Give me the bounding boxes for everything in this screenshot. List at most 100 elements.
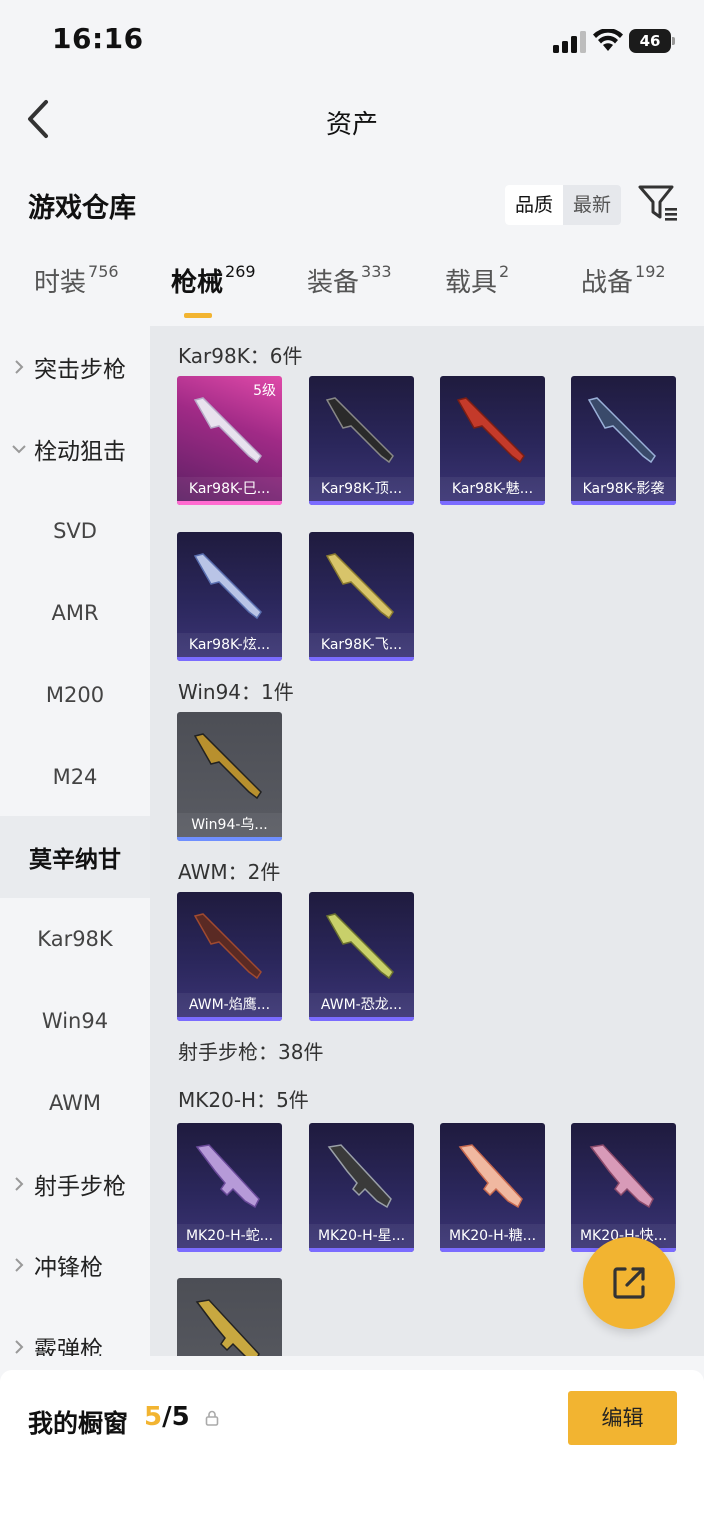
showcase-total: /5 <box>162 1402 190 1432</box>
weapon-card[interactable] <box>177 1278 282 1356</box>
tab-supplies[interactable]: 战备 192 <box>581 262 666 299</box>
sidebar-item-svd[interactable]: SVD <box>0 490 150 572</box>
weapon-card[interactable]: Kar98K-魅... <box>440 376 545 505</box>
rarity-bar <box>440 1248 545 1252</box>
sidebar-item-mosin[interactable]: 莫辛纳甘 <box>0 816 150 898</box>
sidebar-item-m200[interactable]: M200 <box>0 654 150 736</box>
rarity-bar <box>309 1248 414 1252</box>
tab-vehicles[interactable]: 载具 2 <box>445 262 509 299</box>
rifle-icon <box>195 1144 260 1209</box>
rifle-icon <box>456 397 525 464</box>
nav-bar: 资产 <box>0 84 704 156</box>
weapon-name: MK20-H-蛇... <box>177 1224 282 1248</box>
sidebar-item-awm[interactable]: AWM <box>0 1062 150 1144</box>
sort-toggle: 品质 最新 <box>505 185 621 225</box>
lock-icon <box>205 1410 219 1426</box>
weapon-card[interactable]: AWM-恐龙... <box>309 892 414 1021</box>
weapon-card[interactable]: Win94-乌... <box>177 712 282 841</box>
tab-equipment[interactable]: 装备 333 <box>307 262 392 299</box>
sidebar-item-smg[interactable]: 冲锋枪 <box>0 1224 150 1306</box>
weapon-card[interactable]: Kar98K-影袭 <box>571 376 676 505</box>
tab-count: 269 <box>225 262 256 281</box>
weapon-category-sidebar: 突击步枪 栓动狙击 SVD AMR M200 M24 莫辛纳甘 Kar98K W… <box>0 326 150 1356</box>
edit-button[interactable]: 编辑 <box>568 1391 677 1445</box>
cellular-signal-icon <box>553 31 586 53</box>
sidebar-item-kar98k[interactable]: Kar98K <box>0 898 150 980</box>
weapon-list: Kar98K：6件 5级 Kar98K-巳... Kar98K-顶... Kar… <box>150 326 704 1356</box>
rarity-bar <box>309 1017 414 1021</box>
chevron-right-icon <box>15 1258 24 1272</box>
sidebar-item-bolt-sniper[interactable]: 栓动狙击 <box>0 408 150 490</box>
weapon-card[interactable]: MK20-H-蛇... <box>177 1123 282 1252</box>
rifle-icon <box>327 1144 392 1209</box>
sort-by-quality-button[interactable]: 品质 <box>505 185 563 225</box>
rifle-icon <box>193 733 262 800</box>
tab-count: 192 <box>635 262 666 281</box>
chevron-right-icon <box>15 1340 24 1354</box>
tab-fashion[interactable]: 时装 756 <box>34 262 119 299</box>
wifi-icon <box>593 29 623 51</box>
rifle-icon <box>589 1144 654 1209</box>
sidebar-item-m24[interactable]: M24 <box>0 736 150 818</box>
showcase-label: 我的橱窗 <box>28 1409 129 1438</box>
rifle-icon <box>325 553 394 620</box>
tab-count: 333 <box>361 262 392 281</box>
rarity-bar <box>177 1017 282 1021</box>
rifle-icon <box>325 913 394 980</box>
rarity-bar <box>177 657 282 661</box>
weapon-card[interactable]: MK20-H-糖... <box>440 1123 545 1252</box>
rifle-icon <box>195 1299 260 1356</box>
weapon-name: Kar98K-飞... <box>309 633 414 657</box>
status-time: 16:16 <box>52 22 144 55</box>
weapon-name: AWM-焰鹰... <box>177 993 282 1017</box>
weapon-name: Win94-乌... <box>177 813 282 837</box>
weapon-card[interactable]: MK20-H-快... <box>571 1123 676 1252</box>
warehouse-title: 游戏仓库 <box>28 193 136 224</box>
chevron-down-icon <box>12 445 26 454</box>
weapon-name: Kar98K-炫... <box>177 633 282 657</box>
weapon-name: Kar98K-顶... <box>309 477 414 501</box>
weapon-name: MK20-H-糖... <box>440 1224 545 1248</box>
sidebar-item-assault-rifle[interactable]: 突击步枪 <box>0 326 150 408</box>
weapon-card[interactable]: AWM-焰鹰... <box>177 892 282 1021</box>
weapon-card[interactable]: Kar98K-炫... <box>177 532 282 661</box>
weapon-card[interactable]: Kar98K-顶... <box>309 376 414 505</box>
tab-label: 载具 <box>445 268 498 298</box>
rifle-icon <box>325 397 394 464</box>
weapon-name: Kar98K-影袭 <box>571 477 676 501</box>
filter-icon[interactable] <box>638 184 678 222</box>
sidebar-item-label: 突击步枪 <box>34 357 126 383</box>
rifle-icon <box>193 553 262 620</box>
sidebar-item-shotgun[interactable]: 霰弹枪 <box>0 1306 150 1356</box>
sidebar-item-amr[interactable]: AMR <box>0 572 150 654</box>
rifle-icon <box>458 1144 523 1209</box>
weapon-card[interactable]: MK20-H-星... <box>309 1123 414 1252</box>
rifle-icon <box>193 397 262 464</box>
tab-label: 枪械 <box>171 268 224 298</box>
rarity-bar <box>177 837 282 841</box>
rarity-bar <box>177 1248 282 1252</box>
sidebar-item-label: 冲锋枪 <box>34 1255 103 1281</box>
tab-label: 装备 <box>307 268 360 298</box>
sidebar-item-marksman-rifle[interactable]: 射手步枪 <box>0 1143 150 1225</box>
showcase-count: 5/5 <box>144 1402 190 1432</box>
tab-firearms[interactable]: 枪械 269 <box>171 262 256 299</box>
active-tab-indicator <box>184 313 212 318</box>
chevron-right-icon <box>15 360 24 374</box>
rarity-bar <box>177 501 282 505</box>
tab-label: 时装 <box>34 268 87 298</box>
sort-by-latest-button[interactable]: 最新 <box>563 185 621 225</box>
rarity-bar <box>440 501 545 505</box>
rarity-bar <box>309 657 414 661</box>
weapon-name: Kar98K-巳... <box>177 477 282 501</box>
tab-count: 2 <box>499 262 510 281</box>
battery-icon: 46 <box>629 29 675 53</box>
weapon-name: MK20-H-星... <box>309 1224 414 1248</box>
sidebar-item-win94[interactable]: Win94 <box>0 980 150 1062</box>
share-button[interactable] <box>583 1237 675 1329</box>
rarity-bar <box>309 501 414 505</box>
battery-level: 46 <box>629 29 671 53</box>
weapon-card[interactable]: 5级 Kar98K-巳... <box>177 376 282 505</box>
rifle-icon <box>587 397 656 464</box>
weapon-card[interactable]: Kar98K-飞... <box>309 532 414 661</box>
